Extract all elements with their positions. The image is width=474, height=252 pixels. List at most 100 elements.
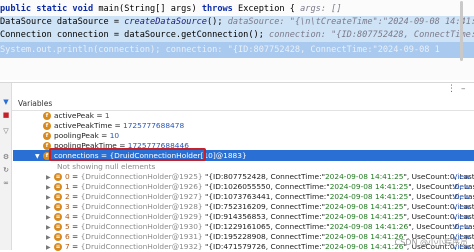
variable-row[interactable]: f poolingPeak = 10 <box>13 131 474 141</box>
field-icon: f <box>43 132 51 140</box>
item-id: 807752428 <box>223 172 266 181</box>
item-id: 195228908 <box>223 232 266 241</box>
panel-divider <box>0 82 474 83</box>
var-value: 10 <box>109 131 120 140</box>
view-link[interactable]: View <box>452 212 470 222</box>
step-icon[interactable]: ▼ <box>1 98 11 107</box>
item-index: 5 <box>65 222 70 231</box>
code-line-2: DataSource dataSource = createDataSource… <box>0 16 474 29</box>
inline-hint: dataSource: "{\n\tCreateTime":"2024-09-0… <box>227 17 474 27</box>
item-ref: {DruidConnectionHolder@1927} <box>80 192 203 201</box>
item-time: 2024-09-08 14:41:25 <box>329 192 409 201</box>
debug-gutter: ▼ ■ ▽ ⚙ ↻ ∞ <box>0 83 12 250</box>
field-icon: f <box>43 112 51 120</box>
object-icon: ≡ <box>54 233 62 241</box>
item-id: 752316209 <box>223 202 266 211</box>
item-ref: {DruidConnectionHolder@1928} <box>80 202 203 211</box>
item-id: 1026055550 <box>223 182 271 191</box>
object-icon: ≡ <box>54 213 62 221</box>
item-ref: {DruidConnectionHolder@1929} <box>80 212 203 221</box>
item-index: 6 <box>65 232 70 241</box>
expand-arrow-icon[interactable]: ▶ <box>46 193 54 202</box>
view-link[interactable]: View <box>452 222 470 232</box>
expand-arrow-icon[interactable]: ▶ <box>46 223 54 232</box>
more-options-icon[interactable]: ⋮ <box>447 84 456 94</box>
variable-row[interactable]: f activePeak = 1 <box>13 111 474 121</box>
var-name: activePeakTime <box>54 121 113 130</box>
minimize-icon[interactable]: – <box>461 84 466 94</box>
item-time: 2024-09-08 14:41:25 <box>324 212 404 221</box>
stop-icon[interactable]: ■ <box>1 111 11 120</box>
item-ref: {DruidConnectionHolder@1926} <box>80 182 203 191</box>
red-highlight-box <box>49 148 206 161</box>
code-line-3: Connection connection = dataSource.getCo… <box>0 29 474 42</box>
item-time: 2024-09-08 14:41:25 <box>324 202 404 211</box>
code-rest: Exception { <box>232 4 295 14</box>
variable-row[interactable]: f activePeakTime = 1725777688478 <box>13 121 474 131</box>
filter-icon[interactable]: ▽ <box>1 127 11 136</box>
expand-arrow-icon[interactable]: ▼ <box>35 151 43 161</box>
expand-arrow-icon[interactable]: ▶ <box>46 173 54 182</box>
settings-icon[interactable]: ⚙ <box>1 153 11 162</box>
item-time: 2024-09-08 14:41:26 <box>329 222 409 231</box>
var-name: poolingPeak <box>54 131 99 140</box>
var-name: activePeak <box>54 111 95 120</box>
inline-hint: args: [] <box>294 4 342 14</box>
code-line-1: public static void main(String[] args) t… <box>0 3 474 16</box>
code-fn: createDataSource <box>124 17 207 27</box>
connection-holder-item[interactable]: ▶ ≡ 0 = {DruidConnectionHolder@1925} "{ID:… <box>13 172 474 182</box>
view-link[interactable]: View <box>452 202 470 212</box>
item-id: 1229161065 <box>223 222 271 231</box>
field-icon: f <box>43 122 51 130</box>
item-index: 0 <box>65 172 70 181</box>
expand-arrow-icon[interactable]: ▶ <box>46 213 54 222</box>
item-time: 2024-09-08 14:41:26 <box>324 232 404 241</box>
variables-title: Variables <box>18 99 53 108</box>
view-link[interactable]: View <box>452 192 470 202</box>
connection-holder-item[interactable]: ▶ ≡ 1 = {DruidConnectionHolder@1926} "{ID:… <box>13 182 474 192</box>
restore-icon[interactable]: ↻ <box>1 166 11 175</box>
watermark: CSDN @小小程序员 <box>394 238 468 247</box>
item-ref: {DruidConnectionHolder@1930} <box>80 222 203 231</box>
connection-holder-item[interactable]: ▶ ≡ 3 = {DruidConnectionHolder@1928} "{ID:… <box>13 202 474 212</box>
connection-holder-item[interactable]: ▶ ≡ 4 = {DruidConnectionHolder@1929} "{ID:… <box>13 212 474 222</box>
code-method-name: main <box>93 4 120 14</box>
code-text: System.out.println(connection); <box>0 45 161 55</box>
var-value: 1 <box>104 111 110 120</box>
item-index: 1 <box>65 182 70 191</box>
item-index: 4 <box>65 212 70 221</box>
object-icon: ≡ <box>54 193 62 201</box>
item-ref: {DruidConnectionHolder@1931} <box>80 232 203 241</box>
expand-arrow-icon[interactable]: ▶ <box>46 203 54 212</box>
item-index: 2 <box>65 192 70 201</box>
editor-scrollbar[interactable] <box>460 1 463 61</box>
code-args: (String[] args) <box>119 4 202 14</box>
view-link[interactable]: View <box>452 172 470 182</box>
expand-arrow-icon[interactable]: ▶ <box>46 243 54 252</box>
inline-hint: connection: "{ID:807752428, ConnectTime:… <box>160 45 440 55</box>
connection-holder-item[interactable]: ▶ ≡ 2 = {DruidConnectionHolder@1927} "{ID:… <box>13 192 474 202</box>
code-keyword: public static void <box>0 4 94 14</box>
var-value: 1725777688478 <box>123 121 185 130</box>
item-time: 2024-09-08 14:41:25 <box>324 172 404 181</box>
code-line-4-current: System.out.println(connection); connecti… <box>0 42 474 58</box>
item-ref: {DruidConnectionHolder@1925} <box>80 172 203 181</box>
code-editor[interactable]: public static void main(String[] args) t… <box>0 0 474 80</box>
view-link[interactable]: View <box>452 182 470 192</box>
item-id: 914356853 <box>223 212 266 221</box>
expand-arrow-icon[interactable]: ▶ <box>46 183 54 192</box>
object-icon: ≡ <box>54 173 62 181</box>
code-end: (); <box>206 17 223 27</box>
object-icon: ≡ <box>54 183 62 191</box>
item-time: 2024-09-08 14:41:25 <box>329 182 409 191</box>
object-icon: ≡ <box>54 223 62 231</box>
inline-hint: connection: "{ID:807752428, ConnectTime:… <box>269 30 474 40</box>
code-text: DataSource dataSource = <box>0 17 125 27</box>
null-elements-note: Not showing null elements <box>57 162 156 171</box>
object-icon: ≡ <box>54 203 62 211</box>
link-icon[interactable]: ∞ <box>1 179 11 188</box>
expand-arrow-icon[interactable]: ▶ <box>46 233 54 242</box>
item-index: 3 <box>65 202 70 211</box>
connection-holder-item[interactable]: ▶ ≡ 5 = {DruidConnectionHolder@1930} "{ID:… <box>13 222 474 232</box>
code-text: Connection connection = dataSource.getCo… <box>0 30 264 40</box>
